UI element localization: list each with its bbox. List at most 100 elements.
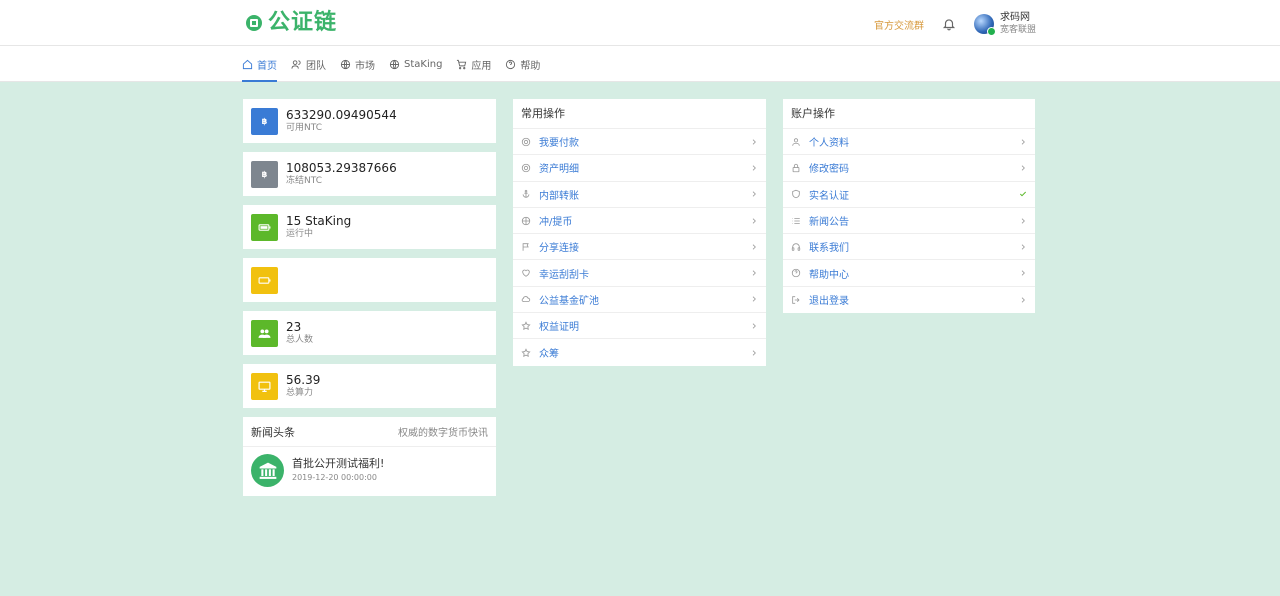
- nav-label: StaKing: [404, 58, 443, 70]
- nav-label: 帮助: [520, 60, 541, 72]
- stat-card: 56.39 总算力: [243, 364, 496, 408]
- acct-help-center[interactable]: 帮助中心: [783, 260, 1035, 287]
- user-name: 求码网: [999, 12, 1030, 23]
- op-crowdfunding[interactable]: 众筹: [513, 339, 766, 365]
- avatar[interactable]: [973, 14, 996, 36]
- main-nav-bar: 首页 团队 市场 StaKing 应用 帮助: [0, 46, 1280, 82]
- op-equity-proof[interactable]: 权益证明: [513, 313, 766, 340]
- nav-team[interactable]: 团队: [291, 46, 326, 82]
- acct-profile[interactable]: 个人资料: [783, 129, 1035, 156]
- news-item-title[interactable]: 首批公开测试福利!: [292, 456, 384, 471]
- star-icon: [521, 347, 531, 358]
- help-icon: [506, 59, 516, 69]
- bitcoin-icon: ฿: [262, 169, 268, 179]
- stat-card: [243, 258, 496, 302]
- chevron-right-icon: [1019, 296, 1027, 304]
- main-nav: 首页 团队 市场 StaKing 应用 帮助: [242, 46, 540, 82]
- acct-label: 个人资料: [809, 138, 849, 150]
- stat-icon-box: ฿: [251, 160, 278, 188]
- chevron-right-icon: [1019, 217, 1027, 225]
- acct-contact[interactable]: 联系我们: [783, 234, 1035, 261]
- bell-icon[interactable]: [942, 17, 956, 31]
- coin-icon: [521, 137, 531, 147]
- stat-label: 总人数: [286, 335, 314, 345]
- op-asset-detail[interactable]: 资产明细: [513, 155, 766, 182]
- op-label: 内部转账: [539, 190, 579, 202]
- shield-icon: [791, 189, 801, 199]
- op-label: 权益证明: [539, 322, 579, 334]
- stat-card: ฿ 108053.29387666 冻结NTC: [243, 152, 496, 196]
- op-internal-transfer[interactable]: 内部转账: [513, 182, 766, 208]
- account-ops-panel: 账户操作 个人资料 修改密码 实名认证 新闻公告 联系我们 帮助中心 退出登录: [783, 99, 1035, 314]
- stat-value: 108053.29387666: [286, 161, 397, 175]
- op-deposit-withdraw[interactable]: 冲/提币: [513, 208, 766, 235]
- logout-icon: [791, 295, 801, 305]
- bitcoin-icon: ฿: [262, 116, 268, 126]
- chevron-right-icon: [1019, 269, 1027, 277]
- team-icon: [291, 59, 301, 69]
- chevron-right-icon: [750, 349, 758, 357]
- monitor-icon: [258, 381, 271, 392]
- acct-label: 帮助中心: [809, 269, 849, 281]
- coin-icon: [521, 163, 531, 173]
- acct-verification[interactable]: 实名认证: [783, 182, 1035, 208]
- acct-logout[interactable]: 退出登录: [783, 287, 1035, 313]
- acct-label: 退出登录: [809, 296, 849, 308]
- acct-change-password[interactable]: 修改密码: [783, 155, 1035, 182]
- stat-icon-box: [251, 213, 278, 241]
- stat-label: 总算力: [286, 388, 314, 398]
- top-header: 公证链 官方交流群 求码网 宽客联盟: [0, 0, 1280, 46]
- chevron-right-icon: [750, 269, 758, 277]
- anchor-icon: [521, 189, 531, 199]
- news-item[interactable]: 首批公开测试福利! 2019-12-20 00:00:00: [243, 447, 496, 494]
- list-icon: [791, 216, 801, 226]
- official-group-link[interactable]: 官方交流群: [874, 17, 924, 32]
- nav-staking[interactable]: StaKing: [389, 46, 442, 82]
- brand-name: 公证链: [268, 10, 338, 35]
- stats-column: ฿ 633290.09490544 可用NTC ฿ 108053.2938766…: [243, 99, 496, 496]
- cart-icon: [457, 59, 467, 69]
- stat-label: 冻结NTC: [286, 176, 322, 186]
- chevron-right-icon: [750, 138, 758, 146]
- battery-empty-icon: [258, 276, 271, 284]
- panel-title: 账户操作: [783, 99, 1035, 129]
- aperture-icon: [521, 216, 531, 226]
- help-icon: [791, 268, 801, 278]
- news-header: 新闻头条 权威的数字货币快讯: [243, 417, 496, 447]
- stat-value: 56.39: [286, 373, 321, 387]
- chevron-right-icon: [750, 243, 758, 251]
- op-label: 资产明细: [539, 164, 579, 176]
- acct-announcements[interactable]: 新闻公告: [783, 208, 1035, 235]
- globe-icon: [389, 59, 400, 69]
- op-label: 冲/提币: [539, 217, 573, 229]
- stat-icon-box: [251, 319, 278, 347]
- nav-apps[interactable]: 应用: [456, 46, 491, 82]
- cloud-icon: [521, 294, 531, 304]
- op-share-link[interactable]: 分享连接: [513, 234, 766, 261]
- nav-market[interactable]: 市场: [340, 46, 375, 82]
- battery-icon: [258, 223, 271, 231]
- op-charity-pool[interactable]: 公益基金矿池: [513, 287, 766, 314]
- news-item-date: 2019-12-20 00:00:00: [292, 473, 377, 482]
- stat-icon-box: [251, 372, 278, 400]
- acct-label: 联系我们: [809, 243, 849, 255]
- panel-title: 常用操作: [513, 99, 766, 129]
- chevron-right-icon: [750, 295, 758, 303]
- bank-icon: [251, 454, 284, 487]
- op-lucky-card[interactable]: 幸运刮刮卡: [513, 260, 766, 287]
- headphones-icon: [791, 242, 801, 252]
- stat-card: ฿ 633290.09490544 可用NTC: [243, 99, 496, 143]
- acct-label: 修改密码: [809, 164, 849, 176]
- stat-value: 23: [286, 320, 302, 334]
- user-menu[interactable]: 求码网 宽客联盟: [973, 12, 1036, 36]
- home-icon: [242, 59, 253, 69]
- nav-label: 团队: [306, 60, 326, 72]
- op-label: 我要付款: [539, 138, 579, 150]
- nav-help[interactable]: 帮助: [505, 46, 540, 82]
- op-pay[interactable]: 我要付款: [513, 129, 766, 156]
- user-icon: [791, 137, 801, 147]
- svg-text:฿: ฿: [262, 116, 268, 126]
- star-icon: [521, 321, 531, 331]
- nav-home[interactable]: 首页: [242, 46, 277, 82]
- brand-logo[interactable]: 公证链: [246, 8, 337, 38]
